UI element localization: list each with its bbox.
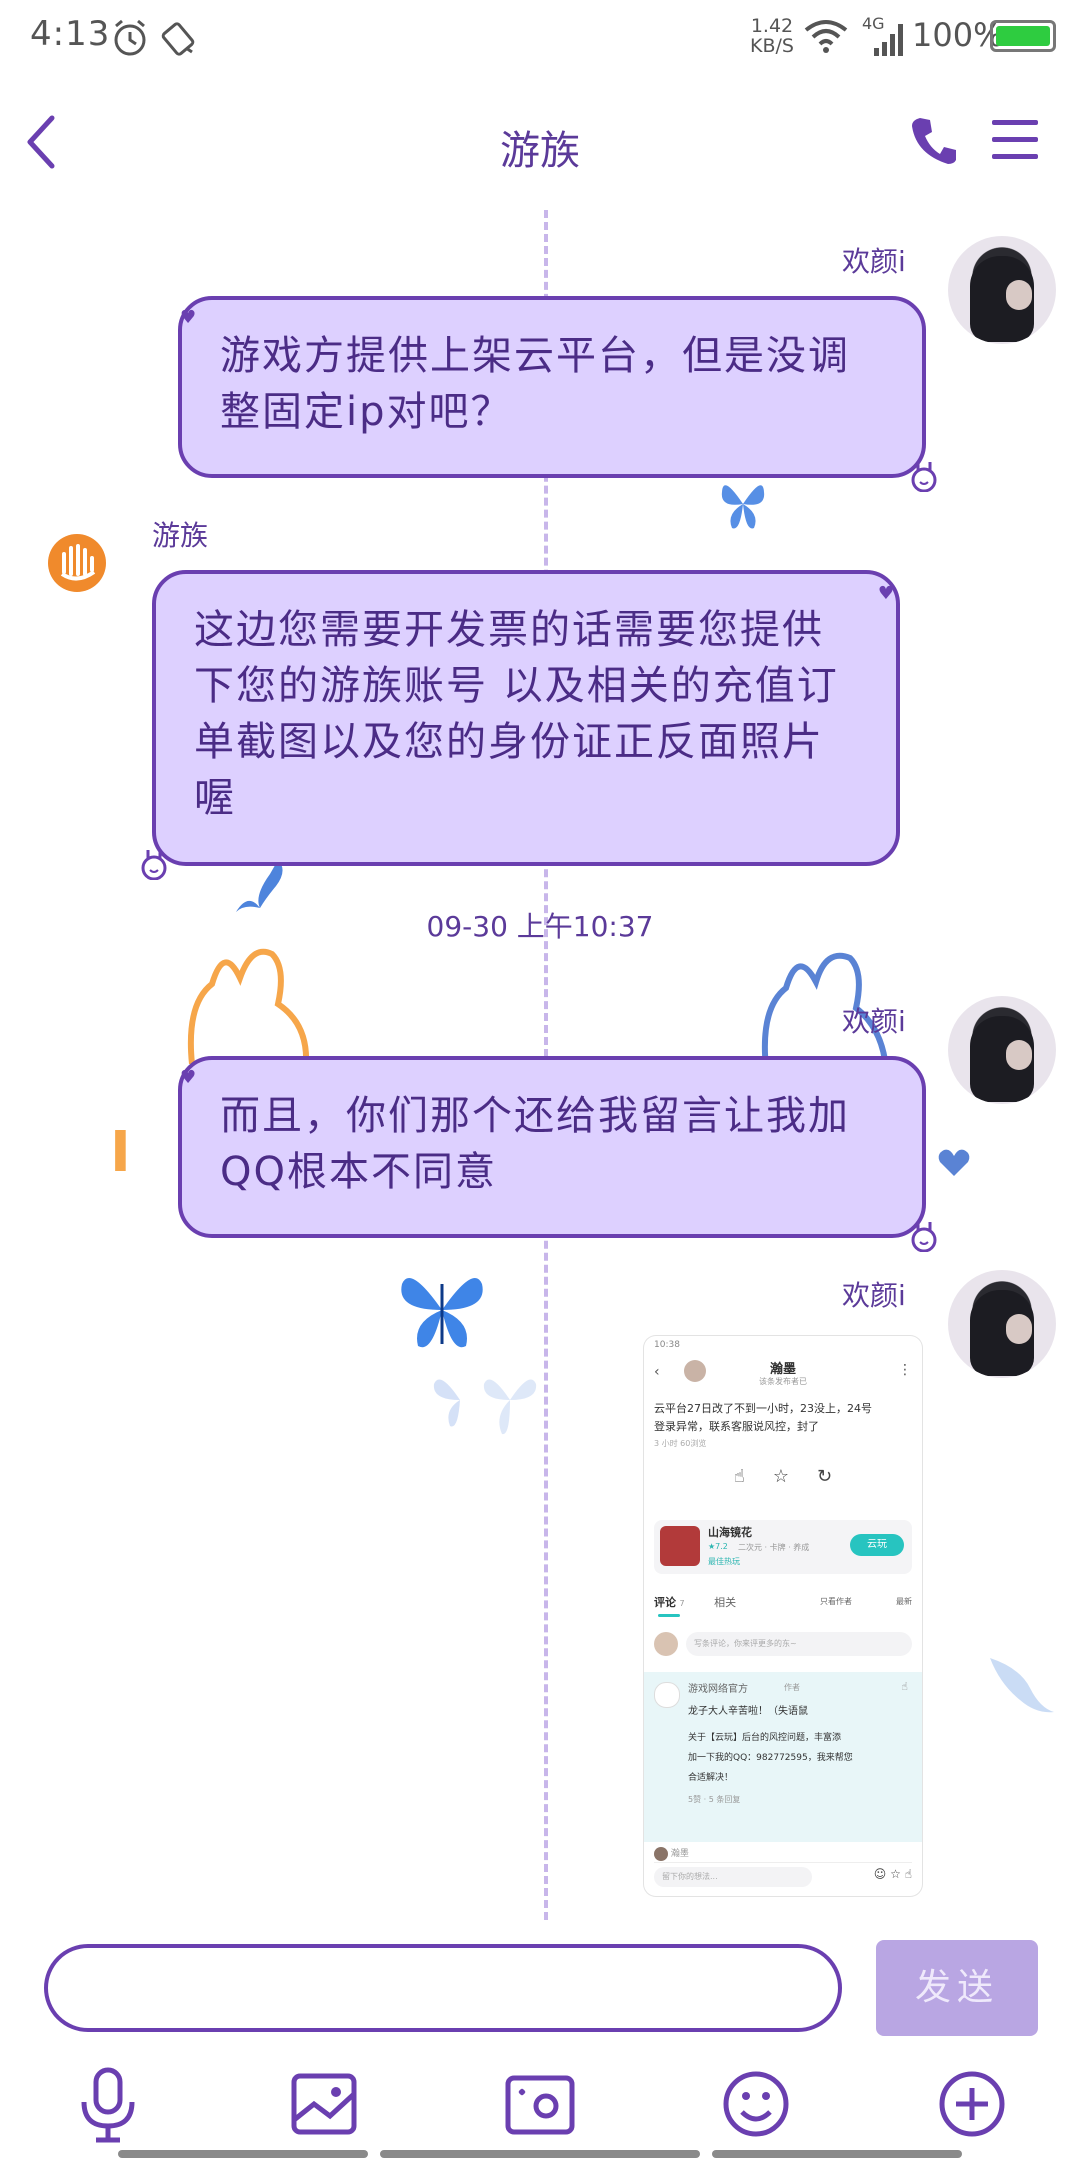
battery-icon [990, 20, 1056, 52]
message-text: 游戏方提供上架云平台，但是没调整固定ip对吧？ [220, 333, 850, 435]
shot-subtitle: 该条发布者已 [759, 1377, 807, 1386]
butterfly-icon [401, 1277, 483, 1348]
heart-icon [938, 1149, 970, 1176]
microphone-icon[interactable] [68, 2064, 148, 2144]
message-timestamp: 09-30 上午10:37 [426, 910, 654, 943]
emoji-icon[interactable] [716, 2064, 796, 2144]
image-message[interactable]: 10:38 ‹ 瀚墨 该条发布者已 ⋮ 云平台27日改了不到一小时，23没上，2… [644, 1336, 922, 1896]
youzu-avatar[interactable] [46, 532, 108, 594]
phone-icon[interactable] [910, 114, 958, 166]
shot-post-line: 登录异常，联系客服说风控，封了 [654, 1420, 819, 1433]
heart-icon: ♥ [180, 1067, 199, 1088]
status-bar: 4:13 1.42 KB/S 4G 100% [0, 0, 1080, 76]
message-bubble[interactable]: 游戏方提供上架云平台，但是没调整固定ip对吧？ ♥ [178, 296, 937, 492]
heart-icon: ♥ [877, 583, 896, 604]
signal-icon [874, 24, 903, 56]
nav-indicator [118, 2150, 368, 2158]
butterfly-icon [990, 1658, 1054, 1713]
send-button[interactable]: 发送 [876, 1940, 1038, 2036]
shot-reply: 瀚墨 [654, 1846, 912, 1862]
message-text: 这边您需要开发票的话需要您提供下您的游族账号 以及相关的充值订单截图以及您的身份… [194, 607, 839, 821]
image-icon[interactable] [284, 2064, 364, 2144]
message-input[interactable] [44, 1944, 842, 2032]
star-icon: ☆ [772, 1466, 789, 1487]
shot-comment-input: 写条评论，你来评更多的东~ [654, 1630, 912, 1658]
sender-name: 欢颜i [842, 245, 906, 278]
sender-name: 欢颜i [842, 1005, 906, 1038]
nav-indicator [712, 2150, 962, 2158]
game-icon [660, 1526, 700, 1566]
user-avatar[interactable] [948, 996, 1056, 1104]
share-icon: ↻ [817, 1466, 833, 1487]
camera-icon[interactable] [500, 2064, 580, 2144]
chat-toolbar [0, 2064, 1080, 2144]
sender-name: 欢颜i [842, 1279, 906, 1312]
like-icon: ☝ [733, 1466, 745, 1487]
heart-icon: ♥ [180, 307, 199, 328]
bunny-icon [911, 1222, 937, 1252]
more-icon: ⋮ [898, 1362, 912, 1378]
shot-game-card: 山海镜花 ★7.2 二次元 · 卡牌 · 养成 最佳热玩 云玩 [654, 1520, 912, 1574]
chat-header: 游族 [0, 100, 1080, 190]
rotation-lock-icon [161, 22, 195, 56]
shot-status: 10:38 [654, 1340, 680, 1350]
alarm-icon [114, 19, 146, 56]
decor-letter: I [110, 1120, 131, 1185]
menu-icon[interactable] [990, 116, 1040, 164]
shot-official-comment: 游戏网络官方 作者 ☝ 龙子大人辛苦啦！（失语鼠 关于【云玩】后台的风控问题，丰… [644, 1672, 922, 1842]
message-text: 而且，你们那个还给我留言让我加QQ根本不同意 [220, 1093, 850, 1195]
butterfly-icon [433, 1379, 537, 1435]
shot-tabs: 评论 7 相关 只看作者 最新 [654, 1594, 912, 1618]
user-avatar[interactable] [948, 1270, 1056, 1378]
wifi-icon [804, 20, 848, 53]
bunny-icon [911, 462, 937, 492]
message-bubble[interactable]: 而且，你们那个还给我留言让我加QQ根本不同意 ♥ [178, 1056, 937, 1252]
shot-post-line: 云平台27日改了不到一小时，23没上，24号 [654, 1402, 872, 1415]
nav-indicator [380, 2150, 700, 2158]
status-time: 4:13 [30, 14, 111, 54]
sender-name: 游族 [152, 519, 209, 552]
shot-header: ‹ 瀚墨 该条发布者已 ⋮ [654, 1358, 912, 1394]
shot-actions: ☝ ☆ ↻ [654, 1466, 912, 1496]
message-bubble[interactable]: 这边您需要开发票的话需要您提供下您的游族账号 以及相关的充值订单截图以及您的身份… [141, 570, 900, 880]
network-speed: 1.42 KB/S [750, 15, 794, 57]
shot-title: 瀚墨 [769, 1362, 796, 1377]
bunny-ears-icon [187, 948, 310, 1064]
butterfly-icon [721, 485, 765, 529]
shot-bottom-bar: 留下你的想法... ☺ ☆ ☝ [654, 1862, 912, 1891]
cloud-play-button: 云玩 [850, 1534, 904, 1556]
plus-circle-icon[interactable] [932, 2064, 1012, 2144]
user-avatar[interactable] [948, 236, 1056, 344]
bunny-icon [141, 850, 167, 880]
shot-post-meta: 3 小时 60浏览 [654, 1439, 707, 1448]
